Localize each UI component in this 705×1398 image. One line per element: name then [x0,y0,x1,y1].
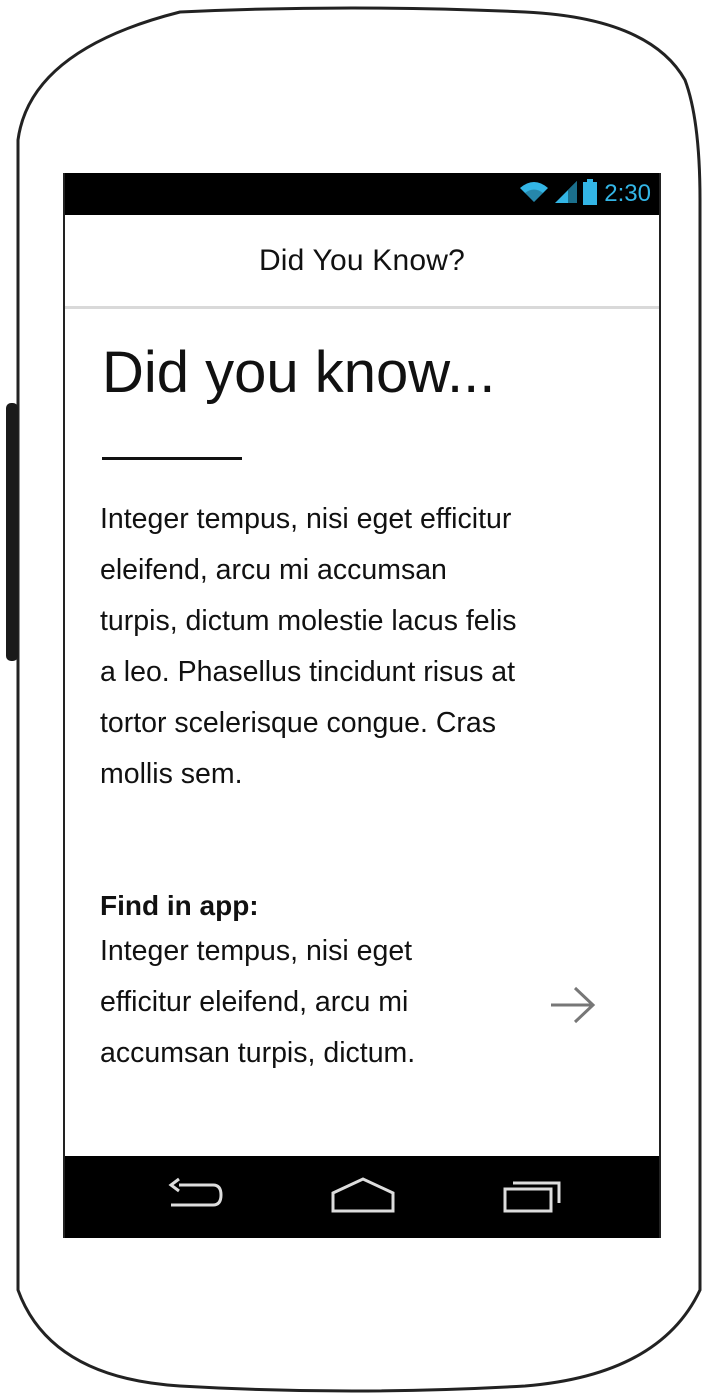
recent-apps-button[interactable] [493,1170,573,1224]
status-time: 2:30 [604,180,651,207]
navigation-bar [65,1156,659,1238]
screen: 2:30 Did You Know? Did you know... Integ… [63,173,661,1238]
back-button[interactable] [155,1170,235,1224]
home-button[interactable] [323,1170,403,1224]
back-icon [165,1177,225,1218]
body-line: tortor scelerisque congue. Cras [100,707,497,739]
find-in-app-label: Find in app: [100,890,259,921]
action-bar: Did You Know? [65,215,659,309]
arrow-right-icon [547,985,599,1030]
body-paragraph: Integer tempus, nisi eget efficitur elei… [100,494,620,800]
body-line: Integer tempus, nisi eget efficitur [100,503,512,535]
home-icon [331,1175,395,1220]
status-icons: 2:30 [519,178,651,210]
headline-divider [102,457,242,460]
status-bar: 2:30 [65,173,659,215]
recent-apps-icon [501,1175,565,1220]
find-in-app-arrow-button[interactable] [543,977,603,1037]
find-line: efficitur eleifend, arcu mi [100,986,409,1018]
signal-icon [553,180,579,209]
body-line: turpis, dictum molestie lacus felis [100,605,517,637]
page-title: Did You Know? [258,243,466,277]
body-line: a leo. Phasellus tincidunt risus at [100,656,516,688]
wifi-icon [519,180,549,209]
battery-icon [583,178,598,210]
body-line: mollis sem. [100,758,243,790]
headline: Did you know... [102,340,496,405]
body-line: eleifend, arcu mi accumsan [100,554,447,586]
find-line: accumsan turpis, dictum. [100,1037,416,1069]
find-line: Integer tempus, nisi eget [100,935,413,967]
find-in-app-text: Integer tempus, nisi eget efficitur elei… [100,926,520,1079]
side-volume-button[interactable] [6,403,18,661]
